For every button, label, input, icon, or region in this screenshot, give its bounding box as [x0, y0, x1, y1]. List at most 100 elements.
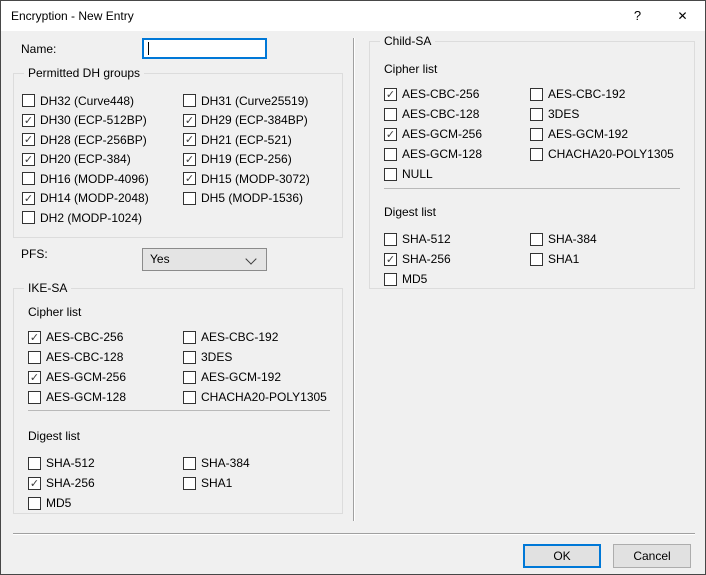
checkbox-item-dh29-ecp-384bp[interactable]: ✓DH29 (ECP-384BP): [183, 111, 310, 131]
checkbox-item-dh21-ecp-521[interactable]: ✓DH21 (ECP-521): [183, 130, 310, 150]
unchecked-checkbox-icon[interactable]: [22, 172, 35, 185]
checkbox-item-aes-cbc-128[interactable]: AES-CBC-128: [384, 104, 530, 124]
unchecked-checkbox-icon[interactable]: [384, 148, 397, 161]
child-sa-groupbox: Child-SA Cipher list ✓AES-CBC-256AES-CBC…: [369, 41, 695, 289]
unchecked-checkbox-icon[interactable]: [28, 457, 41, 470]
unchecked-checkbox-icon[interactable]: [384, 273, 397, 286]
checkbox-item-aes-gcm-128[interactable]: AES-GCM-128: [28, 387, 183, 407]
help-button[interactable]: ?: [615, 1, 660, 31]
checked-checkbox-icon[interactable]: ✓: [28, 331, 41, 344]
checkbox-item-sha1[interactable]: SHA1: [530, 249, 597, 269]
checkbox-item-3des[interactable]: 3DES: [530, 104, 674, 124]
checkbox-item-dh14-modp-2048[interactable]: ✓DH14 (MODP-2048): [22, 189, 183, 209]
ok-button[interactable]: OK: [523, 544, 601, 568]
unchecked-checkbox-icon[interactable]: [183, 192, 196, 205]
checked-checkbox-icon[interactable]: ✓: [22, 114, 35, 127]
checked-checkbox-icon[interactable]: ✓: [183, 172, 196, 185]
checked-checkbox-icon[interactable]: ✓: [183, 114, 196, 127]
checked-checkbox-icon[interactable]: ✓: [22, 192, 35, 205]
unchecked-checkbox-icon[interactable]: [183, 477, 196, 490]
checkbox-label: AES-GCM-256: [402, 127, 482, 141]
unchecked-checkbox-icon[interactable]: [530, 148, 543, 161]
unchecked-checkbox-icon[interactable]: [384, 168, 397, 181]
checkbox-item-sha-512[interactable]: SHA-512: [28, 453, 183, 473]
help-icon: ?: [634, 8, 641, 23]
checked-checkbox-icon[interactable]: ✓: [384, 88, 397, 101]
checkbox-item-sha-512[interactable]: SHA-512: [384, 229, 530, 249]
unchecked-checkbox-icon[interactable]: [22, 94, 35, 107]
ike-sa-title: IKE-SA: [24, 281, 71, 296]
unchecked-checkbox-icon[interactable]: [530, 233, 543, 246]
unchecked-checkbox-icon[interactable]: [183, 371, 196, 384]
checkbox-item-aes-gcm-256[interactable]: ✓AES-GCM-256: [28, 367, 183, 387]
checked-checkbox-icon[interactable]: ✓: [22, 153, 35, 166]
checkbox-item-aes-gcm-192[interactable]: AES-GCM-192: [530, 124, 674, 144]
unchecked-checkbox-icon[interactable]: [384, 233, 397, 246]
pfs-selected-value: Yes: [150, 249, 170, 270]
checkbox-label: SHA-384: [201, 456, 250, 470]
unchecked-checkbox-icon[interactable]: [183, 94, 196, 107]
child-section-divider: [384, 188, 680, 189]
unchecked-checkbox-icon[interactable]: [530, 88, 543, 101]
checkbox-label: DH15 (MODP-3072): [201, 172, 310, 186]
checkbox-item-3des[interactable]: 3DES: [183, 347, 327, 367]
checked-checkbox-icon[interactable]: ✓: [384, 128, 397, 141]
checkbox-item-dh20-ecp-384[interactable]: ✓DH20 (ECP-384): [22, 150, 183, 170]
checkbox-item-dh2-modp-1024[interactable]: DH2 (MODP-1024): [22, 208, 183, 228]
checked-checkbox-icon[interactable]: ✓: [22, 133, 35, 146]
unchecked-checkbox-icon[interactable]: [530, 128, 543, 141]
unchecked-checkbox-icon[interactable]: [530, 108, 543, 121]
checkbox-label: SHA1: [201, 476, 232, 490]
unchecked-checkbox-icon[interactable]: [183, 457, 196, 470]
checkbox-item-sha-384[interactable]: SHA-384: [183, 453, 250, 473]
checkbox-item-aes-cbc-256[interactable]: ✓AES-CBC-256: [28, 327, 183, 347]
checkbox-item-sha-256[interactable]: ✓SHA-256: [28, 473, 183, 493]
checkbox-item-sha-384[interactable]: SHA-384: [530, 229, 597, 249]
checkbox-item-aes-cbc-128[interactable]: AES-CBC-128: [28, 347, 183, 367]
unchecked-checkbox-icon[interactable]: [530, 253, 543, 266]
checkbox-item-md5[interactable]: MD5: [384, 269, 530, 289]
checkbox-item-dh5-modp-1536[interactable]: DH5 (MODP-1536): [183, 189, 310, 209]
checkbox-item-null[interactable]: NULL: [384, 164, 530, 184]
checkbox-label: AES-CBC-192: [201, 330, 278, 344]
unchecked-checkbox-icon[interactable]: [384, 108, 397, 121]
ike-cipher-checklist: ✓AES-CBC-256AES-CBC-128✓AES-GCM-256AES-G…: [28, 327, 327, 407]
checkbox-item-aes-cbc-192[interactable]: AES-CBC-192: [530, 84, 674, 104]
name-input[interactable]: [142, 38, 267, 59]
checkbox-item-aes-gcm-128[interactable]: AES-GCM-128: [384, 144, 530, 164]
checked-checkbox-icon[interactable]: ✓: [183, 133, 196, 146]
unchecked-checkbox-icon[interactable]: [28, 391, 41, 404]
checkbox-item-aes-gcm-192[interactable]: AES-GCM-192: [183, 367, 327, 387]
titlebar[interactable]: Encryption - New Entry ? ✕: [1, 1, 705, 31]
checkbox-item-dh16-modp-4096[interactable]: DH16 (MODP-4096): [22, 169, 183, 189]
checked-checkbox-icon[interactable]: ✓: [183, 153, 196, 166]
dh-groups-title: Permitted DH groups: [24, 66, 144, 81]
checkbox-item-dh32-curve448[interactable]: DH32 (Curve448): [22, 91, 183, 111]
checkbox-item-sha-256[interactable]: ✓ SHA-256: [384, 249, 530, 269]
unchecked-checkbox-icon[interactable]: [22, 211, 35, 224]
checkbox-item-chacha20-poly1305[interactable]: CHACHA20-POLY1305: [530, 144, 674, 164]
unchecked-checkbox-icon[interactable]: [183, 331, 196, 344]
checkbox-item-chacha20-poly1305[interactable]: CHACHA20-POLY1305: [183, 387, 327, 407]
checked-checkbox-icon[interactable]: ✓: [28, 371, 41, 384]
unchecked-checkbox-icon[interactable]: [183, 351, 196, 364]
unchecked-checkbox-icon[interactable]: [28, 351, 41, 364]
checkbox-item-sha1[interactable]: SHA1: [183, 473, 250, 493]
pfs-dropdown[interactable]: Yes: [142, 248, 267, 271]
checkbox-item-aes-gcm-256[interactable]: ✓ AES-GCM-256: [384, 124, 530, 144]
checked-checkbox-icon[interactable]: ✓: [384, 253, 397, 266]
checkbox-item-dh28-ecp-256bp[interactable]: ✓DH28 (ECP-256BP): [22, 130, 183, 150]
unchecked-checkbox-icon[interactable]: [28, 497, 41, 510]
checkbox-item-dh15-modp-3072[interactable]: ✓ DH15 (MODP-3072): [183, 169, 310, 189]
unchecked-checkbox-icon[interactable]: [183, 391, 196, 404]
checkbox-item-md5[interactable]: MD5: [28, 493, 183, 513]
close-button[interactable]: ✕: [660, 1, 705, 31]
checkbox-label: SHA-256: [402, 252, 451, 266]
checkbox-item-aes-cbc-256[interactable]: ✓AES-CBC-256: [384, 84, 530, 104]
checkbox-item-dh30-ecp-512bp[interactable]: ✓DH30 (ECP-512BP): [22, 111, 183, 131]
cancel-button[interactable]: Cancel: [613, 544, 691, 568]
checkbox-item-dh19-ecp-256[interactable]: ✓DH19 (ECP-256): [183, 150, 310, 170]
checked-checkbox-icon[interactable]: ✓: [28, 477, 41, 490]
checkbox-item-aes-cbc-192[interactable]: AES-CBC-192: [183, 327, 327, 347]
checkbox-item-dh31-curve25519[interactable]: DH31 (Curve25519): [183, 91, 310, 111]
